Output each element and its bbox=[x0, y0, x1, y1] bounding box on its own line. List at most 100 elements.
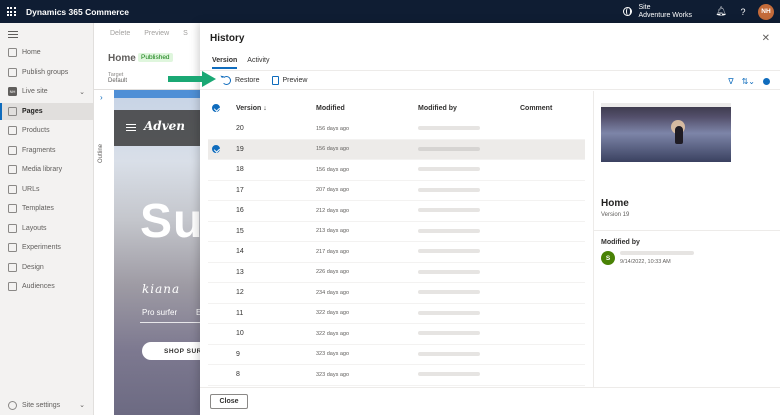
media-library-icon bbox=[8, 165, 17, 174]
table-row[interactable]: 14 217 days ago bbox=[208, 242, 585, 263]
nav-item-publish-groups[interactable]: Publish groups bbox=[0, 64, 94, 81]
delete-button[interactable]: Delete bbox=[110, 30, 130, 37]
command-bar: Restore Preview ∇ ⇅⌄ bbox=[200, 70, 780, 90]
table-row[interactable]: 9 323 days ago bbox=[208, 345, 585, 365]
version-cell: 12 bbox=[236, 289, 244, 297]
version-cell: 14 bbox=[236, 248, 244, 256]
divider bbox=[594, 230, 780, 231]
redacted-user bbox=[418, 167, 480, 172]
column-modified-by[interactable]: Modified by bbox=[418, 105, 520, 112]
nav-item-products[interactable]: Products bbox=[0, 122, 94, 139]
canvas-headline: Su bbox=[140, 195, 200, 248]
hamburger-menu-icon[interactable] bbox=[8, 31, 18, 38]
site-settings[interactable]: Site settings ⌄ bbox=[0, 395, 94, 415]
flask-icon bbox=[8, 243, 17, 252]
app-title[interactable]: Dynamics 365 Commerce bbox=[26, 7, 129, 17]
modified-cell: 212 days ago bbox=[316, 207, 350, 214]
redacted-user bbox=[418, 208, 480, 213]
layouts-icon bbox=[8, 224, 17, 233]
version-cell: 19 bbox=[236, 145, 244, 153]
filter-icon[interactable]: ∇ bbox=[728, 77, 733, 86]
table-row[interactable]: 18 156 days ago bbox=[208, 160, 585, 181]
table-row[interactable]: 16 212 days ago bbox=[208, 201, 585, 222]
templates-icon bbox=[8, 204, 17, 213]
redacted-user bbox=[418, 187, 480, 192]
table-row[interactable]: 13 226 days ago bbox=[208, 263, 585, 283]
canvas-rule bbox=[140, 322, 200, 323]
user-avatar[interactable]: NH bbox=[758, 3, 774, 20]
nav-item-experiments[interactable]: Experiments bbox=[0, 239, 94, 256]
nav-item-templates[interactable]: Templates bbox=[0, 200, 94, 217]
preview-button[interactable]: Preview bbox=[271, 75, 307, 85]
modified-cell: 217 days ago bbox=[316, 248, 350, 255]
modified-cell: 156 days ago bbox=[316, 125, 350, 132]
notifications-bell-icon[interactable]: 🔔︎ bbox=[710, 6, 732, 17]
chevron-down-icon[interactable]: ⌄ bbox=[79, 88, 85, 96]
nav-item-audiences[interactable]: Audiences bbox=[0, 278, 94, 295]
canvas-subtitle: Pro surfer bbox=[142, 308, 178, 317]
link-icon bbox=[8, 185, 17, 194]
restore-button[interactable]: Restore bbox=[222, 75, 260, 85]
column-modified[interactable]: Modified bbox=[316, 105, 418, 112]
column-version[interactable]: Version ↓ bbox=[236, 105, 316, 112]
globe-icon bbox=[623, 7, 633, 16]
version-thumbnail bbox=[601, 98, 731, 162]
history-tabs: Version Activity bbox=[212, 57, 269, 69]
table-row[interactable]: 8 323 days ago bbox=[208, 365, 585, 386]
nav-item-urls[interactable]: URLs bbox=[0, 181, 94, 198]
version-cell: 16 bbox=[236, 207, 244, 215]
modified-cell: 323 days ago bbox=[316, 371, 350, 378]
save-button[interactable]: S bbox=[183, 30, 188, 37]
live-site-badge-icon: NH bbox=[8, 87, 17, 96]
redacted-user bbox=[418, 310, 480, 315]
version-cell: 11 bbox=[236, 309, 244, 317]
close-button[interactable]: Close bbox=[210, 394, 248, 409]
version-cell: 15 bbox=[236, 227, 244, 235]
chevron-right-icon[interactable]: › bbox=[100, 93, 103, 102]
select-all-checkbox[interactable] bbox=[212, 104, 220, 112]
table-row[interactable]: 17 207 days ago bbox=[208, 181, 585, 201]
table-row[interactable]: 10 322 days ago bbox=[208, 324, 585, 345]
site-selector[interactable]: Site Adventure Works bbox=[623, 4, 692, 20]
app-launcher-icon[interactable] bbox=[0, 0, 22, 23]
modified-cell: 156 days ago bbox=[316, 146, 350, 153]
nav-item-fragments[interactable]: Fragments bbox=[0, 142, 94, 159]
sort-icon[interactable]: ⇅⌄ bbox=[742, 77, 755, 86]
modified-cell: 226 days ago bbox=[316, 269, 350, 276]
help-icon[interactable]: ? bbox=[732, 7, 754, 17]
table-row[interactable]: 19 156 days ago bbox=[208, 139, 585, 160]
modified-cell: 156 days ago bbox=[316, 166, 350, 173]
version-cell: 8 bbox=[236, 371, 240, 379]
outline-toggle[interactable]: Outline bbox=[98, 144, 104, 163]
redacted-user bbox=[418, 331, 480, 336]
gear-icon bbox=[8, 400, 17, 410]
modified-date: 9/14/2022, 10:33 AM bbox=[620, 259, 671, 265]
canvas-header-strip bbox=[114, 90, 200, 98]
tab-activity[interactable]: Activity bbox=[247, 57, 269, 69]
tab-version[interactable]: Version bbox=[212, 57, 238, 69]
table-row[interactable]: 20 156 days ago bbox=[208, 119, 585, 140]
redacted-user bbox=[418, 126, 480, 131]
site-name: Adventure Works bbox=[638, 11, 692, 19]
publish-groups-icon bbox=[8, 68, 17, 77]
nav-item-live-site[interactable]: NH Live site ⌄ bbox=[0, 83, 94, 100]
nav-item-pages[interactable]: Pages bbox=[0, 103, 94, 120]
nav-item-home[interactable]: Home bbox=[0, 44, 94, 61]
column-comment[interactable]: Comment bbox=[520, 105, 585, 112]
nav-item-media-library[interactable]: Media library bbox=[0, 161, 94, 178]
restore-icon bbox=[222, 75, 231, 85]
chevron-down-icon[interactable]: ⌄ bbox=[79, 401, 85, 409]
page-canvas-preview: Adven Su kiana Pro surfer E SHOP SUR bbox=[114, 90, 200, 415]
table-row[interactable]: 12 234 days ago bbox=[208, 283, 585, 304]
nav-item-layouts[interactable]: Layouts bbox=[0, 220, 94, 237]
close-icon[interactable]: ✕ bbox=[762, 33, 770, 44]
info-icon[interactable] bbox=[763, 77, 770, 85]
column-separator bbox=[593, 91, 594, 387]
target-selector[interactable]: Target Default bbox=[108, 72, 127, 84]
preview-page-title: Home bbox=[601, 198, 629, 209]
row-checkbox[interactable] bbox=[212, 145, 220, 154]
table-row[interactable]: 11 322 days ago bbox=[208, 304, 585, 324]
nav-item-design[interactable]: Design bbox=[0, 259, 94, 276]
table-row[interactable]: 15 213 days ago bbox=[208, 222, 585, 242]
preview-button[interactable]: Preview bbox=[144, 30, 169, 37]
